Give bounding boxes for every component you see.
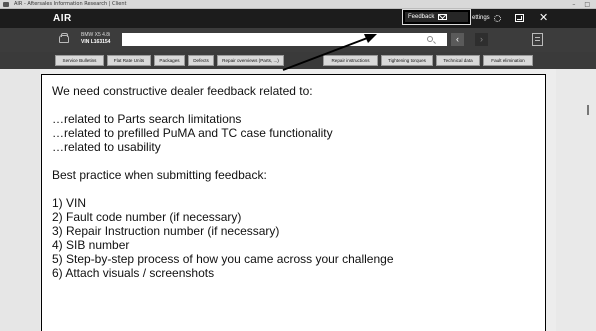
app-icon bbox=[3, 2, 9, 7]
scrollbar-thumb[interactable] bbox=[587, 105, 589, 115]
step-item: 3) Repair Instruction number (if necessa… bbox=[52, 224, 280, 238]
os-window-controls: – □ bbox=[572, 0, 590, 9]
maximize-icon[interactable]: □ bbox=[584, 0, 590, 9]
step-item: 5) Step-by-step process of how you came … bbox=[52, 252, 394, 266]
step-item: 1) VIN bbox=[52, 196, 87, 210]
related-item: …related to prefilled PuMA and TC case f… bbox=[52, 126, 333, 140]
function-tabs: Service Bulletins Flat Rate Units Packag… bbox=[0, 52, 596, 69]
feedback-label: Feedback bbox=[408, 14, 435, 20]
gear-icon bbox=[493, 15, 501, 22]
os-title-bar: AIR - Aftersales Information Research | … bbox=[0, 0, 596, 9]
forward-button[interactable]: › bbox=[475, 33, 488, 46]
document-icon[interactable] bbox=[532, 33, 543, 46]
vehicle-search-bar: BMW X5 4.8i VIN L163154 ‹ › bbox=[0, 28, 596, 52]
tab-tightening-torques[interactable]: Tightening torques bbox=[381, 55, 433, 66]
car-icon bbox=[59, 33, 69, 43]
app-title: AIR bbox=[53, 13, 72, 24]
tab-technical-data[interactable]: Technical data bbox=[436, 55, 480, 66]
tab-fault-elimination[interactable]: Fault elimination bbox=[483, 55, 533, 66]
feedback-highlight-box: Feedback bbox=[402, 9, 471, 25]
step-item: 4) SIB number bbox=[52, 238, 130, 252]
tab-flat-rate-units[interactable]: Flat Rate Units bbox=[107, 55, 151, 66]
close-icon[interactable]: ✕ bbox=[539, 9, 548, 28]
tab-repair-instructions[interactable]: Repair instructions bbox=[323, 55, 378, 66]
window-title: AIR - Aftersales Information Research | … bbox=[14, 1, 127, 7]
related-item: …related to Parts search limitations bbox=[52, 112, 242, 126]
best-practice-heading: Best practice when submitting feedback: bbox=[52, 168, 267, 182]
app-header: AIR Feedback ettings ✕ bbox=[0, 9, 596, 28]
tab-service-bulletins[interactable]: Service Bulletins bbox=[55, 55, 104, 66]
step-item: 2) Fault code number (if necessary) bbox=[52, 210, 242, 224]
vehicle-vin: VIN L163154 bbox=[81, 39, 111, 45]
vehicle-model: BMW X5 4.8i bbox=[81, 32, 111, 38]
settings-label: ettings bbox=[472, 15, 490, 21]
related-item: …related to usability bbox=[52, 140, 161, 154]
search-input[interactable] bbox=[122, 33, 447, 46]
feedback-button[interactable]: Feedback bbox=[408, 12, 448, 22]
tab-packages[interactable]: Packages bbox=[154, 55, 185, 66]
left-panel bbox=[0, 69, 40, 331]
mail-icon bbox=[438, 14, 448, 20]
minimize-icon[interactable]: – bbox=[572, 0, 575, 9]
tab-defects[interactable]: Defects bbox=[188, 55, 214, 66]
settings-button[interactable]: ettings bbox=[472, 9, 501, 28]
tab-repair-overviews[interactable]: Repair overviews (Parts, ...) bbox=[217, 55, 284, 66]
step-item: 6) Attach visuals / screenshots bbox=[52, 266, 215, 280]
right-panel bbox=[556, 69, 596, 331]
search-icon[interactable] bbox=[427, 36, 433, 42]
callout-intro: We need constructive dealer feedback rel… bbox=[52, 84, 313, 98]
feedback-guidance-callout: We need constructive dealer feedback rel… bbox=[41, 74, 546, 331]
restore-window-icon[interactable] bbox=[515, 14, 524, 22]
back-button[interactable]: ‹ bbox=[451, 33, 464, 46]
